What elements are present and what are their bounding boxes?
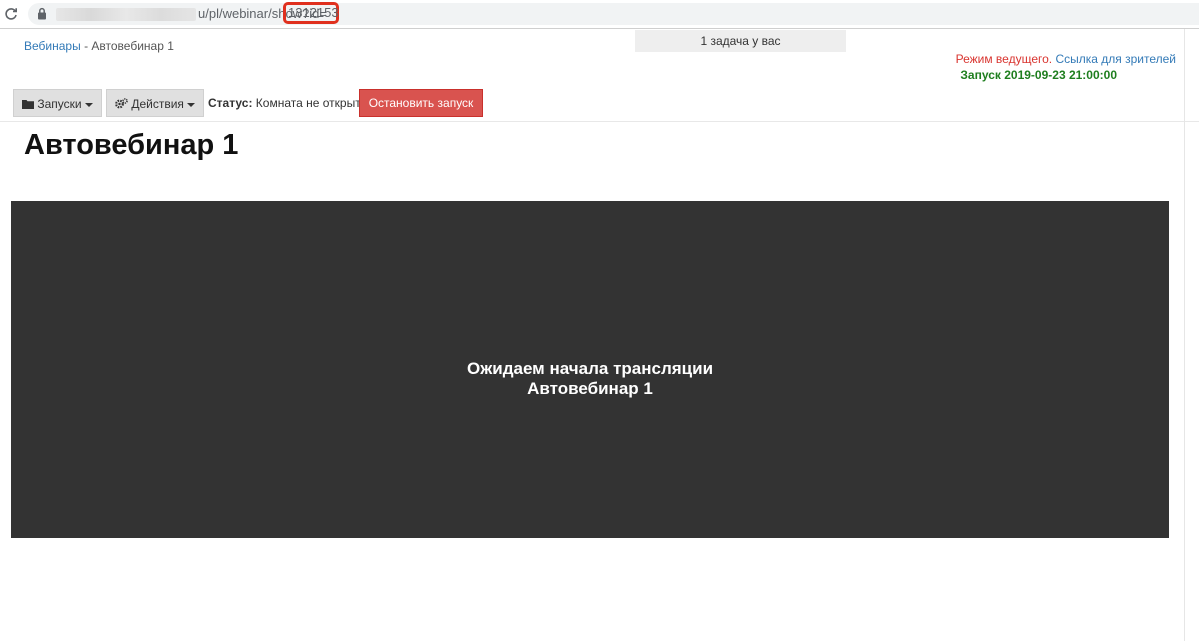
actions-label: Действия (131, 97, 184, 111)
video-player[interactable]: Ожидаем начала трансляции Автовебинар 1 (11, 201, 1169, 538)
viewer-link[interactable]: Ссылка для зрителей (1055, 52, 1176, 66)
chevron-down-icon (186, 102, 195, 107)
url-field[interactable]: u/pl/webinar/show?id= (28, 3, 1199, 25)
launch-time: Запуск 2019-09-23 21:00:00 (960, 68, 1117, 82)
room-status: Статус: Комната не открыта (208, 96, 367, 110)
waiting-message: Ожидаем начала трансляции Автовебинар 1 (11, 359, 1169, 399)
url-id-highlight: 1312153 (283, 2, 339, 24)
status-label: Статус: (208, 96, 253, 110)
breadcrumb-webinars-link[interactable]: Вебинары (24, 39, 81, 53)
host-mode-label: Режим ведущего. (955, 52, 1053, 66)
mode-line: Режим ведущего. Ссылка для зрителей (956, 52, 1176, 66)
gears-icon (115, 98, 128, 109)
breadcrumb-separator: - (84, 39, 89, 53)
scrollbar-track[interactable] (1184, 29, 1185, 641)
waiting-line-2: Автовебинар 1 (527, 379, 653, 398)
breadcrumb-current: Автовебинар 1 (91, 39, 174, 53)
blurred-domain (56, 8, 196, 21)
browser-address-bar: u/pl/webinar/show?id= 1312153 (0, 0, 1199, 29)
chevron-down-icon (84, 102, 93, 107)
toolbar-divider (0, 121, 1199, 122)
tasks-indicator[interactable]: 1 задача у вас (635, 30, 846, 52)
actions-dropdown-button[interactable]: Действия (106, 89, 204, 117)
breadcrumb: Вебинары - Автовебинар 1 (24, 39, 174, 53)
stop-launch-button[interactable]: Остановить запуск (359, 89, 483, 117)
page-title: Автовебинар 1 (24, 129, 239, 161)
runs-dropdown-button[interactable]: Запуски (13, 89, 102, 117)
waiting-line-1: Ожидаем начала трансляции (466, 359, 714, 378)
lock-icon (38, 7, 46, 20)
reload-icon[interactable] (3, 6, 19, 22)
runs-label: Запуски (37, 97, 82, 111)
folder-icon (22, 100, 34, 109)
status-value: Комната не открыта (255, 96, 368, 110)
